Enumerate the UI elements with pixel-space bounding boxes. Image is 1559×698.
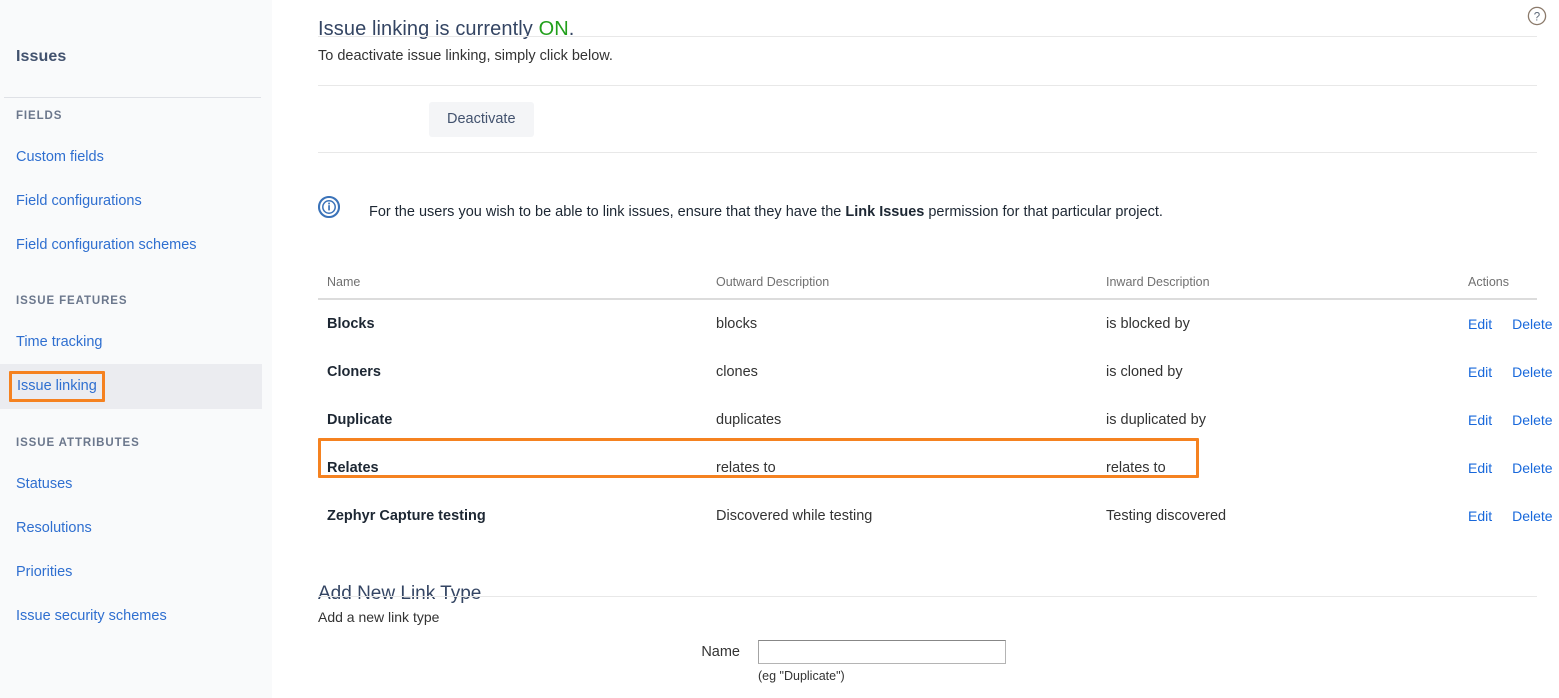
add-section-divider xyxy=(318,596,1537,597)
table-row: Relates relates to relates to Edit Delete xyxy=(318,438,1553,492)
link-type-inward: relates to xyxy=(1106,460,1166,476)
delete-link[interactable]: Delete xyxy=(1512,316,1552,332)
sidebar-item-resolutions[interactable]: Resolutions xyxy=(0,506,262,550)
sidebar-item-time-tracking[interactable]: Time tracking xyxy=(0,320,262,364)
name-input[interactable] xyxy=(758,640,1006,664)
info-banner: For the users you wish to be able to lin… xyxy=(317,195,1518,222)
sidebar-group-heading-issue-features: ISSUE FEATURES xyxy=(16,295,128,307)
link-type-actions: Edit Delete xyxy=(1402,364,1553,380)
link-type-name: Blocks xyxy=(327,316,375,332)
add-link-type-description: Add a new link type xyxy=(318,609,440,625)
link-type-name: Zephyr Capture testing xyxy=(327,508,486,524)
link-type-outward: relates to xyxy=(716,460,776,476)
sidebar-group-heading-fields: FIELDS xyxy=(16,110,63,122)
link-type-inward: is cloned by xyxy=(1106,364,1183,380)
info-text-permission: Link Issues xyxy=(845,204,925,220)
column-header-outward: Outward Description xyxy=(716,275,830,289)
link-type-name: Relates xyxy=(327,460,379,476)
help-icon[interactable]: ? xyxy=(1527,6,1547,26)
deactivate-button[interactable]: Deactivate xyxy=(429,102,534,137)
sidebar-item-issue-linking[interactable]: Issue linking xyxy=(0,364,262,409)
link-type-inward: Testing discovered xyxy=(1106,508,1227,524)
edit-link[interactable]: Edit xyxy=(1468,364,1492,380)
link-type-actions: Edit Delete xyxy=(1402,508,1553,524)
sidebar-nav: FIELDS Custom fields Field configuration… xyxy=(0,110,262,638)
delete-link[interactable]: Delete xyxy=(1512,508,1552,524)
sidebar: Issues FIELDS Custom fields Field config… xyxy=(0,0,272,698)
sidebar-item-field-configurations[interactable]: Field configurations xyxy=(0,179,262,223)
link-type-outward: Discovered while testing xyxy=(716,508,873,524)
name-field-column: (eg "Duplicate") xyxy=(758,640,1006,683)
table-row: Duplicate duplicates is duplicated by Ed… xyxy=(318,396,1553,444)
sidebar-item-statuses[interactable]: Statuses xyxy=(0,462,262,506)
subtext-divider xyxy=(318,85,1537,86)
name-field-hint: (eg "Duplicate") xyxy=(758,669,845,683)
delete-link[interactable]: Delete xyxy=(1512,364,1552,380)
edit-link[interactable]: Edit xyxy=(1468,508,1492,524)
button-divider xyxy=(318,152,1537,153)
page-title-suffix: . xyxy=(568,18,575,41)
link-type-actions: Edit Delete xyxy=(1402,316,1553,332)
main-content: ? Issue linking is currently ON. To deac… xyxy=(272,0,1559,698)
sidebar-item-custom-fields[interactable]: Custom fields xyxy=(0,135,262,179)
heading-divider xyxy=(318,36,1537,37)
link-type-outward: clones xyxy=(716,364,758,380)
column-header-inward: Inward Description xyxy=(1106,275,1210,289)
info-banner-text: For the users you wish to be able to lin… xyxy=(369,196,1163,222)
delete-link[interactable]: Delete xyxy=(1512,412,1552,428)
sidebar-divider xyxy=(4,97,261,98)
link-type-outward: duplicates xyxy=(716,412,782,428)
link-type-name: Duplicate xyxy=(327,412,393,428)
sidebar-group-heading-issue-attributes: ISSUE ATTRIBUTES xyxy=(16,437,140,449)
table-header-row: Name Outward Description Inward Descript… xyxy=(318,275,1537,300)
link-type-inward: is blocked by xyxy=(1106,316,1190,332)
status-badge: ON xyxy=(538,18,569,41)
link-type-actions: Edit Delete xyxy=(1402,460,1553,476)
edit-link[interactable]: Edit xyxy=(1468,412,1492,428)
sidebar-item-issue-security-schemes[interactable]: Issue security schemes xyxy=(0,594,262,638)
info-text-after: permission for that particular project. xyxy=(924,204,1163,220)
table-row: Zephyr Capture testing Discovered while … xyxy=(318,492,1553,540)
info-text-before: For the users you wish to be able to lin… xyxy=(369,204,846,220)
page-title-prefix: Issue linking is currently xyxy=(318,18,539,41)
edit-link[interactable]: Edit xyxy=(1468,316,1492,332)
issue-linking-admin-page: Issues FIELDS Custom fields Field config… xyxy=(0,0,1559,698)
svg-text:?: ? xyxy=(1534,11,1540,23)
column-header-name: Name xyxy=(327,275,361,289)
link-types-table: Name Outward Description Inward Descript… xyxy=(318,275,1553,540)
column-header-actions: Actions xyxy=(1468,275,1509,289)
link-type-outward: blocks xyxy=(716,316,758,332)
deactivate-instruction: To deactivate issue linking, simply clic… xyxy=(318,48,613,64)
link-type-inward: is duplicated by xyxy=(1106,412,1206,428)
sidebar-item-field-configuration-schemes[interactable]: Field configuration schemes xyxy=(0,223,262,267)
delete-link[interactable]: Delete xyxy=(1512,460,1552,476)
name-field-row: Name (eg "Duplicate") xyxy=(318,640,1006,683)
edit-link[interactable]: Edit xyxy=(1468,460,1492,476)
name-field-label: Name xyxy=(701,644,740,660)
table-row: Blocks blocks is blocked by Edit Delete xyxy=(318,300,1553,348)
sidebar-item-issue-linking-label: Issue linking xyxy=(9,371,105,402)
sidebar-title: Issues xyxy=(16,48,67,65)
sidebar-item-priorities[interactable]: Priorities xyxy=(0,550,262,594)
add-link-type-title: Add New Link Type xyxy=(318,582,482,604)
link-type-actions: Edit Delete xyxy=(1402,412,1553,428)
link-type-name: Cloners xyxy=(327,364,381,380)
table-row: Cloners clones is cloned by Edit Delete xyxy=(318,348,1553,396)
page-title: Issue linking is currently ON. xyxy=(318,18,574,41)
info-circle-icon xyxy=(317,195,341,219)
